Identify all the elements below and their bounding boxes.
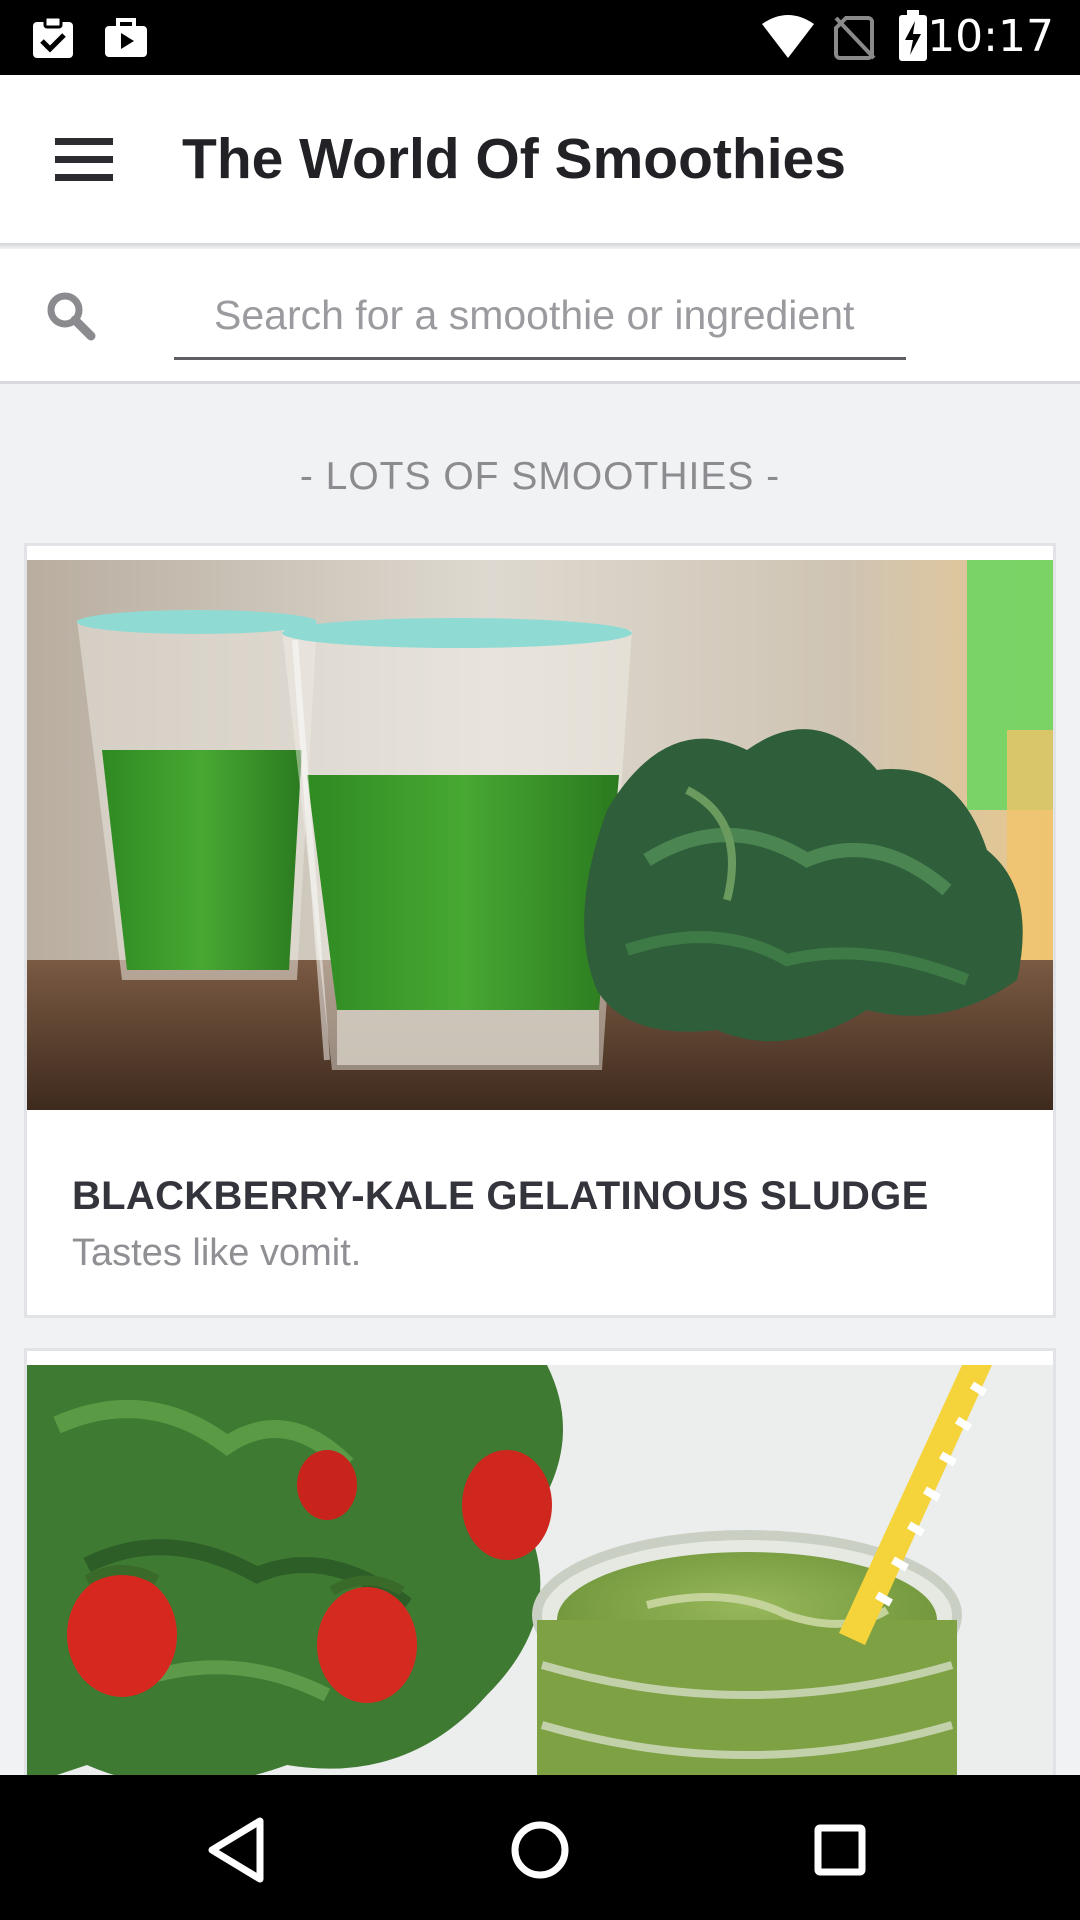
search-icon[interactable] [44, 289, 98, 343]
recents-icon[interactable] [785, 1795, 895, 1905]
section-heading: - LOTS OF SMOOTHIES - [299, 455, 781, 498]
card-title: BLACKBERRY-KALE GELATINOUS SLUDGE [72, 1174, 929, 1218]
hamburger-menu-icon[interactable] [40, 119, 128, 199]
search-bar [0, 249, 1080, 384]
briefcase-play-icon [105, 18, 147, 57]
app-bar: The World Of Smoothies [0, 75, 1080, 243]
status-bar: 10:17 [0, 0, 1080, 75]
smoothie-card[interactable] [24, 1348, 1056, 1828]
green-smoothie-jar-with-strawberries-photo [27, 1365, 1053, 1825]
battery-charging-icon [899, 10, 927, 61]
wifi-icon [762, 15, 814, 58]
clipboard-check-icon [33, 15, 73, 58]
no-sim-icon [834, 16, 876, 60]
status-time: 10:17 [927, 11, 1054, 62]
card-description: Tastes like vomit. [72, 1232, 362, 1274]
home-icon[interactable] [485, 1795, 595, 1905]
back-icon[interactable] [185, 1795, 295, 1905]
navigation-bar [0, 1775, 1080, 1920]
search-input[interactable] [174, 274, 906, 360]
smoothie-card[interactable]: BLACKBERRY-KALE GELATINOUS SLUDGE Tastes… [24, 543, 1056, 1318]
green-smoothie-glasses-with-kale-photo [27, 560, 1053, 1110]
app-title: The World Of Smoothies [182, 127, 846, 191]
